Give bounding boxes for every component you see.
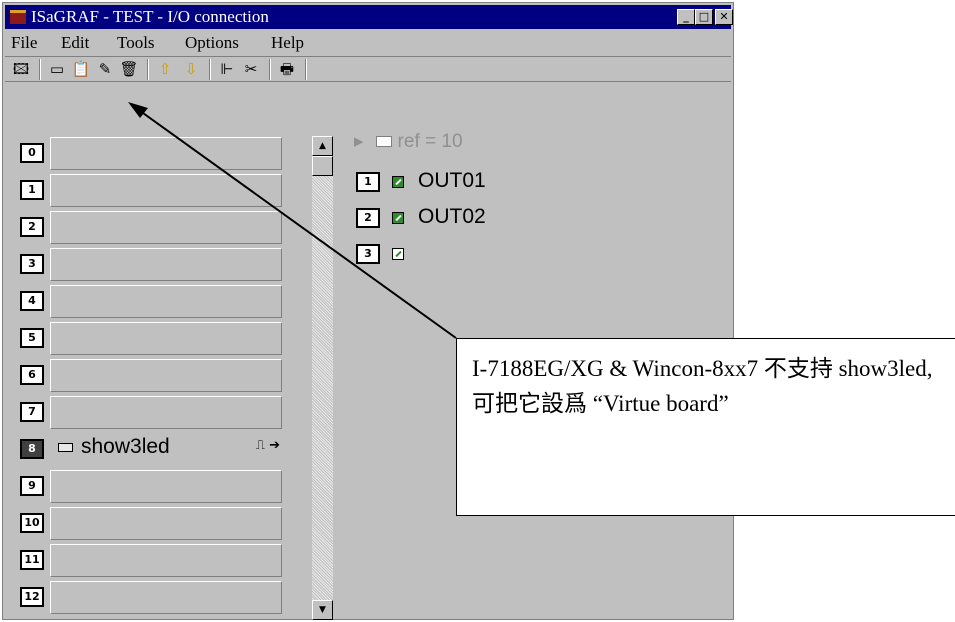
- scroll-thumb[interactable]: [312, 156, 333, 176]
- scroll-up-button[interactable]: ▲: [312, 136, 333, 156]
- channel-number[interactable]: 2: [356, 208, 380, 228]
- tree-icon[interactable]: ⊩: [217, 60, 237, 79]
- board-icon[interactable]: 🖾: [11, 60, 31, 79]
- open-board-icon[interactable]: 📋: [71, 60, 91, 79]
- print-icon[interactable]: 🖶: [277, 60, 297, 79]
- menu-help[interactable]: Help: [271, 31, 304, 55]
- slot-board-bar[interactable]: show3led ⎍ ➔: [50, 433, 282, 466]
- unassigned-output-icon: [392, 248, 404, 260]
- connect-arrow-icon: ⎍ ➔: [255, 438, 280, 453]
- slot-board-name: show3led: [58, 435, 170, 459]
- toolbar-separator: [269, 59, 271, 80]
- slot-board-bar[interactable]: [50, 137, 282, 170]
- window-title: ISaGRAF - TEST - I/O connection: [31, 7, 269, 26]
- slot-number[interactable]: 10: [20, 513, 44, 533]
- slot-number[interactable]: 7: [20, 402, 44, 422]
- slot-row[interactable]: 10: [6, 504, 306, 541]
- slot-number[interactable]: 2: [20, 217, 44, 237]
- slot-board-bar[interactable]: [50, 396, 282, 429]
- menu-tools[interactable]: Tools: [117, 31, 155, 55]
- slot-number[interactable]: 6: [20, 365, 44, 385]
- toolbar-separator: [39, 59, 41, 80]
- move-down-icon[interactable]: ⇩: [181, 60, 201, 79]
- board-name-text: show3led: [81, 435, 170, 458]
- menu-file[interactable]: File: [11, 31, 37, 55]
- scroll-down-button[interactable]: ▼: [312, 600, 333, 620]
- slot-number[interactable]: 8: [20, 439, 44, 459]
- slot-board-bar[interactable]: [50, 507, 282, 540]
- slot-number[interactable]: 5: [20, 328, 44, 348]
- close-button[interactable]: ✕: [715, 9, 733, 25]
- toolbar-separator: [209, 59, 211, 80]
- slot-row-selected[interactable]: 8 show3led ⎍ ➔: [6, 430, 306, 467]
- board-ref-icon: [375, 136, 392, 148]
- slot-row[interactable]: 0: [6, 134, 306, 171]
- channel-row[interactable]: 2 OUT02: [354, 204, 614, 232]
- channel-variable: OUT01: [418, 169, 486, 192]
- slot-number[interactable]: 9: [20, 476, 44, 496]
- slot-number[interactable]: 4: [20, 291, 44, 311]
- slot-row[interactable]: 2: [6, 208, 306, 245]
- slot-number[interactable]: 3: [20, 254, 44, 274]
- connect-icon[interactable]: ▭: [47, 60, 67, 79]
- slot-board-bar[interactable]: [50, 359, 282, 392]
- ref-label: ref = 10: [397, 131, 463, 152]
- slot-row[interactable]: 12: [6, 578, 306, 615]
- slot-row[interactable]: 1: [6, 171, 306, 208]
- slot-row[interactable]: 5: [6, 319, 306, 356]
- slot-board-bar[interactable]: [50, 470, 282, 503]
- channel-row[interactable]: 1 OUT01: [354, 168, 614, 196]
- slot-board-bar[interactable]: [50, 211, 282, 244]
- slot-board-bar[interactable]: [50, 322, 282, 355]
- vertical-scrollbar[interactable]: ▲ ▼: [312, 136, 333, 620]
- expand-arrow-icon[interactable]: ▸: [354, 131, 364, 152]
- board-reference: ▸ ref = 10: [354, 130, 554, 153]
- minimize-button[interactable]: _: [677, 9, 695, 25]
- slot-row[interactable]: 6: [6, 356, 306, 393]
- callout-text: I-7188EG/XG & Wincon-8xx7 不支持 show3led, …: [472, 356, 933, 416]
- toolbar-separator: [147, 59, 149, 80]
- title-bar[interactable]: ISaGRAF - TEST - I/O connection _ □ ✕: [5, 5, 733, 29]
- channel-variable: OUT02: [418, 205, 486, 228]
- menu-bar: File Edit Tools Options Help: [5, 31, 731, 55]
- delete-icon[interactable]: 🗑: [119, 60, 139, 79]
- slot-row[interactable]: 3: [6, 245, 306, 282]
- menu-options[interactable]: Options: [185, 31, 239, 55]
- slot-number[interactable]: 12: [20, 587, 44, 607]
- maximize-button[interactable]: □: [695, 9, 713, 25]
- toolbar-separator: [305, 59, 307, 80]
- app-icon: [10, 10, 26, 24]
- boolean-output-icon: [392, 176, 404, 188]
- annotation-callout: I-7188EG/XG & Wincon-8xx7 不支持 show3led, …: [456, 338, 955, 516]
- cut-icon[interactable]: ✂: [241, 60, 261, 79]
- slot-board-bar[interactable]: [50, 248, 282, 281]
- slot-list: 0 1 2 3 4 5 6 7 8 show3led ⎍ ➔ 9 10 11 1…: [6, 86, 306, 614]
- slot-board-bar[interactable]: [50, 544, 282, 577]
- slot-board-bar[interactable]: [50, 174, 282, 207]
- slot-row[interactable]: 11: [6, 541, 306, 578]
- channel-number[interactable]: 1: [356, 172, 380, 192]
- toolbar: 🖾 ▭ 📋 ✎ 🗑 ⇧ ⇩ ⊩ ✂ 🖶: [5, 56, 731, 82]
- boolean-output-icon: [392, 212, 404, 224]
- slot-number[interactable]: 11: [20, 550, 44, 570]
- slot-row[interactable]: 9: [6, 467, 306, 504]
- slot-number[interactable]: 1: [20, 180, 44, 200]
- slot-board-bar[interactable]: [50, 581, 282, 614]
- channel-number[interactable]: 3: [356, 244, 380, 264]
- slot-board-bar[interactable]: [50, 285, 282, 318]
- move-up-icon[interactable]: ⇧: [155, 60, 175, 79]
- board-icon: [58, 442, 73, 452]
- channel-row[interactable]: 3: [354, 240, 614, 268]
- slot-row[interactable]: 4: [6, 282, 306, 319]
- menu-edit[interactable]: Edit: [61, 31, 89, 55]
- slot-row[interactable]: 7: [6, 393, 306, 430]
- slot-number[interactable]: 0: [20, 143, 44, 163]
- edit-icon[interactable]: ✎: [95, 60, 115, 79]
